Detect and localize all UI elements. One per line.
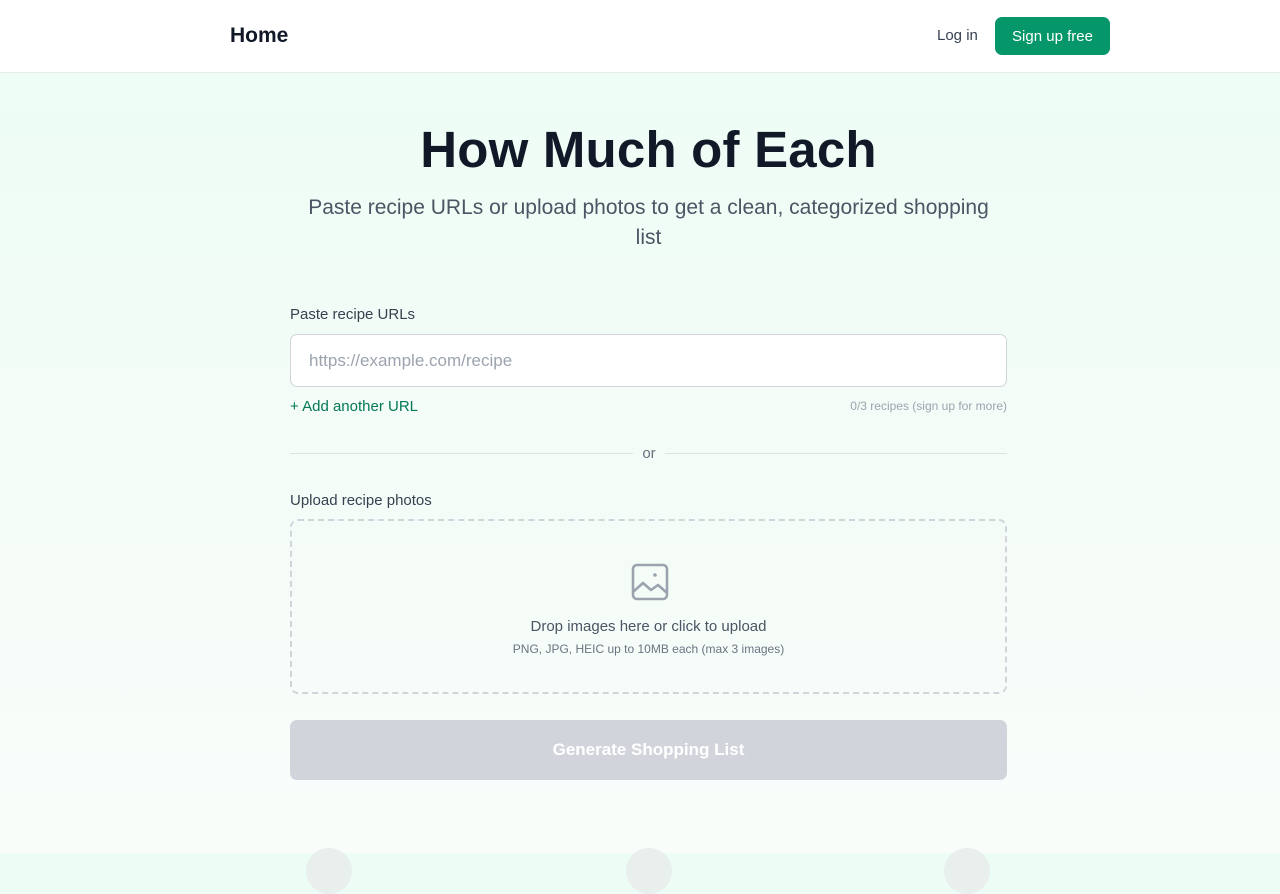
- url-section-label: Paste recipe URLs: [290, 306, 416, 323]
- top-nav: Home Log in Sign up free: [0, 0, 1280, 73]
- home-logo-link[interactable]: Home: [230, 24, 288, 48]
- image-dropzone[interactable]: Drop images here or click to upload PNG,…: [290, 519, 1007, 694]
- generate-shopping-list-button[interactable]: Generate Shopping List: [290, 720, 1007, 780]
- or-divider: or: [633, 443, 665, 464]
- add-url-link[interactable]: + Add another URL: [290, 398, 418, 415]
- feature-icon-circle: [944, 848, 990, 894]
- upload-section-label: Upload recipe photos: [290, 492, 432, 509]
- dropzone-text: Drop images here or click to upload: [530, 618, 767, 635]
- login-link[interactable]: Log in: [937, 27, 978, 44]
- recipe-url-input[interactable]: [290, 334, 1007, 387]
- image-icon: [631, 563, 669, 601]
- divider-line-right: [665, 453, 1007, 454]
- page-title: How Much of Each: [420, 121, 877, 178]
- feature-icon-circle: [626, 848, 672, 894]
- page-subtitle: Paste recipe URLs or upload photos to ge…: [308, 196, 989, 249]
- signup-button[interactable]: Sign up free: [995, 17, 1110, 55]
- dropzone-hint: PNG, JPG, HEIC up to 10MB each (max 3 im…: [512, 642, 785, 656]
- feature-icon-circle: [306, 848, 352, 894]
- recipe-counter: 0/3 recipes (sign up for more): [850, 399, 1007, 413]
- divider-line-left: [290, 453, 633, 454]
